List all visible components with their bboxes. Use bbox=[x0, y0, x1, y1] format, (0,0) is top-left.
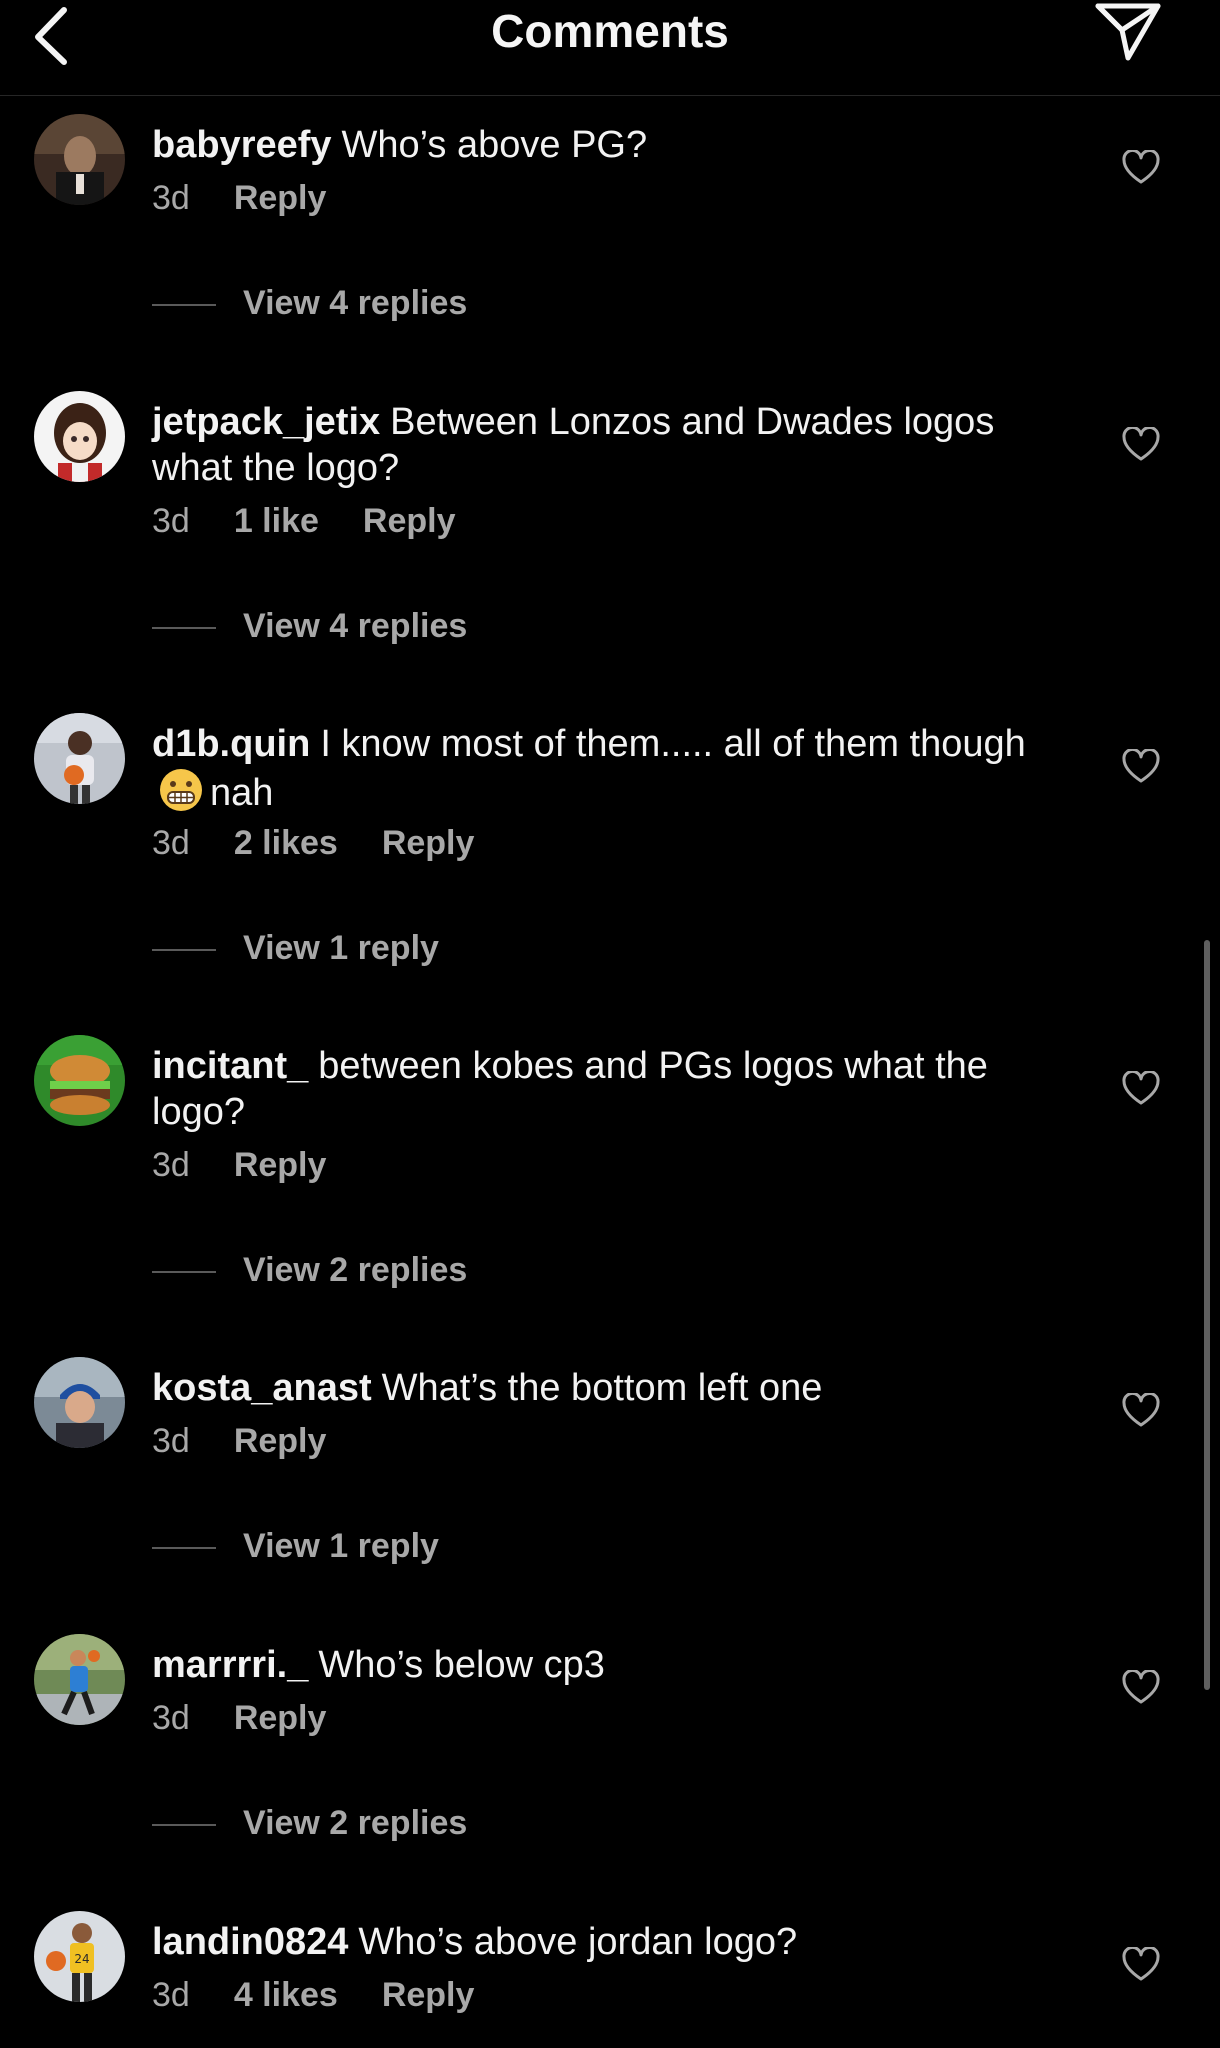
reply-button[interactable]: Reply bbox=[382, 1976, 475, 2014]
avatar[interactable] bbox=[34, 1357, 125, 1448]
comment-body-suffix: nah bbox=[210, 772, 274, 814]
like-button[interactable] bbox=[1122, 748, 1160, 785]
comment-meta: 3d Reply bbox=[152, 179, 370, 218]
comment-username[interactable]: kosta_anast bbox=[152, 1367, 372, 1409]
comment-text: jetpack_jetix Between Lonzos and Dwades l… bbox=[152, 399, 1062, 491]
comment-username[interactable]: jetpack_jetix bbox=[152, 401, 380, 443]
replies-divider bbox=[152, 1547, 216, 1549]
comment-item: kosta_anast What’s the bottom left one 3d… bbox=[0, 1357, 1220, 1657]
comment-text: kosta_anast What’s the bottom left one bbox=[152, 1365, 1062, 1411]
comment-username[interactable]: babyreefy bbox=[152, 124, 332, 166]
view-replies-label: View 2 replies bbox=[243, 1251, 468, 1289]
comment-item: d1b.quin I know most of them..... all of … bbox=[0, 713, 1220, 1013]
avatar[interactable] bbox=[34, 713, 125, 804]
heart-outline-icon bbox=[1122, 1070, 1160, 1105]
comment-time: 3d bbox=[152, 824, 190, 862]
reply-button[interactable]: Reply bbox=[234, 179, 327, 217]
comment-meta: 3d Reply bbox=[152, 1699, 370, 1738]
comment-item: 24 landin0824 Who’s above jordan logo? 3d… bbox=[0, 1911, 1220, 2048]
like-button[interactable] bbox=[1122, 1070, 1160, 1107]
paper-plane-icon bbox=[1095, 3, 1161, 61]
view-replies-label: View 1 reply bbox=[243, 929, 439, 967]
page-title: Comments bbox=[491, 5, 729, 57]
grimacing-face-emoji bbox=[158, 767, 204, 824]
avatar[interactable] bbox=[34, 1035, 125, 1126]
likes-count[interactable]: 1 like bbox=[234, 502, 319, 540]
view-replies-label: View 4 replies bbox=[243, 607, 468, 645]
like-button[interactable] bbox=[1122, 1669, 1160, 1706]
comment-meta: 3d 1 like Reply bbox=[152, 502, 500, 541]
like-button[interactable] bbox=[1122, 426, 1160, 463]
share-button[interactable] bbox=[1092, 0, 1166, 66]
comment-item: incitant_ between kobes and PGs logos wha… bbox=[0, 1035, 1220, 1335]
comment-username[interactable]: landin0824 bbox=[152, 1921, 348, 1963]
replies-divider bbox=[152, 1271, 216, 1273]
reply-button[interactable]: Reply bbox=[382, 824, 475, 862]
reply-button[interactable]: Reply bbox=[234, 1146, 327, 1184]
comment-time: 3d bbox=[152, 1699, 190, 1737]
likes-count[interactable]: 4 likes bbox=[234, 1976, 338, 2014]
comment-meta: 3d Reply bbox=[152, 1146, 370, 1185]
scrollbar[interactable] bbox=[1204, 940, 1210, 1690]
reply-button[interactable]: Reply bbox=[363, 502, 456, 540]
avatar[interactable] bbox=[34, 114, 125, 205]
comment-text: d1b.quin I know most of them..... all of … bbox=[152, 721, 1062, 824]
comment-item: marrrri._ Who’s below cp3 3d Reply View 2 … bbox=[0, 1634, 1220, 1934]
replies-divider bbox=[152, 304, 216, 306]
avatar[interactable] bbox=[34, 1634, 125, 1725]
comment-username[interactable]: marrrri._ bbox=[152, 1644, 308, 1686]
svg-text:24: 24 bbox=[74, 1952, 89, 1966]
comment-item: babyreefy Who’s above PG? 3d Reply View 4 … bbox=[0, 114, 1220, 414]
reply-button[interactable]: Reply bbox=[234, 1422, 327, 1460]
comment-body: Who’s above PG? bbox=[341, 124, 648, 166]
comment-item: jetpack_jetix Between Lonzos and Dwades l… bbox=[0, 391, 1220, 691]
comment-body: I know most of them..... all of them tho… bbox=[320, 723, 1026, 765]
comment-meta: 3d 4 likes Reply bbox=[152, 1976, 518, 2015]
comment-text: marrrri._ Who’s below cp3 bbox=[152, 1642, 1062, 1688]
comment-username[interactable]: d1b.quin bbox=[152, 723, 310, 765]
heart-outline-icon bbox=[1122, 1392, 1160, 1427]
view-replies-label: View 4 replies bbox=[243, 284, 468, 322]
like-button[interactable] bbox=[1122, 1946, 1160, 1983]
view-replies-label: View 2 replies bbox=[243, 1804, 468, 1842]
heart-outline-icon bbox=[1122, 1946, 1160, 1981]
comment-time: 3d bbox=[152, 1146, 190, 1184]
reply-button[interactable]: Reply bbox=[234, 1699, 327, 1737]
like-button[interactable] bbox=[1122, 1392, 1160, 1429]
comment-body: Who’s above jordan logo? bbox=[358, 1921, 798, 1963]
heart-outline-icon bbox=[1122, 1669, 1160, 1704]
likes-count[interactable]: 2 likes bbox=[234, 824, 338, 862]
heart-outline-icon bbox=[1122, 748, 1160, 783]
comment-time: 3d bbox=[152, 1976, 190, 2014]
comments-header: Comments bbox=[0, 0, 1220, 96]
comment-username[interactable]: incitant_ bbox=[152, 1045, 308, 1087]
comment-meta: 3d Reply bbox=[152, 1422, 370, 1461]
comment-body: What’s the bottom left one bbox=[381, 1367, 823, 1409]
avatar[interactable]: 24 bbox=[34, 1911, 125, 2002]
comment-text: landin0824 Who’s above jordan logo? bbox=[152, 1919, 1062, 1965]
comment-text: babyreefy Who’s above PG? bbox=[152, 122, 1062, 168]
like-button[interactable] bbox=[1122, 149, 1160, 186]
comment-text: incitant_ between kobes and PGs logos wha… bbox=[152, 1043, 1062, 1135]
comment-time: 3d bbox=[152, 179, 190, 217]
heart-outline-icon bbox=[1122, 426, 1160, 461]
comment-body: Who’s below cp3 bbox=[318, 1644, 605, 1686]
replies-divider bbox=[152, 1824, 216, 1826]
comment-time: 3d bbox=[152, 1422, 190, 1460]
comment-time: 3d bbox=[152, 502, 190, 540]
heart-outline-icon bbox=[1122, 149, 1160, 184]
replies-divider bbox=[152, 627, 216, 629]
view-replies-label: View 1 reply bbox=[243, 1527, 439, 1565]
replies-divider bbox=[152, 949, 216, 951]
avatar[interactable] bbox=[34, 391, 125, 482]
comment-meta: 3d 2 likes Reply bbox=[152, 824, 518, 863]
